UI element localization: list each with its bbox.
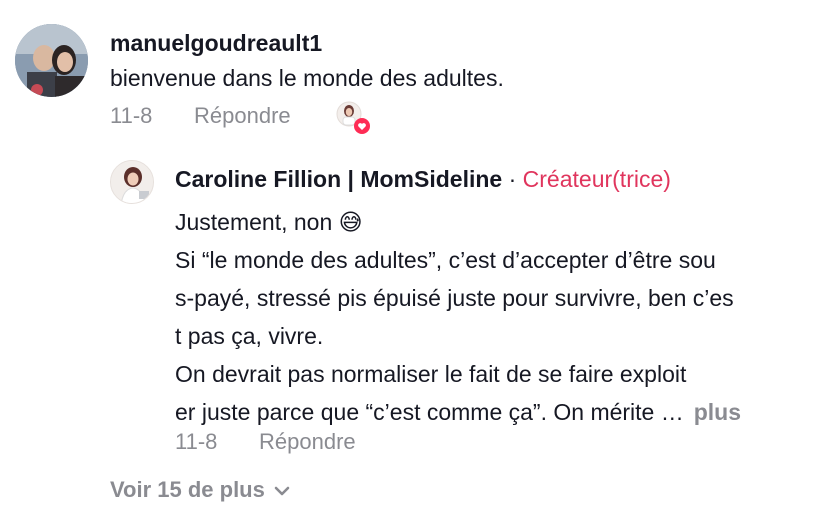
separator-dot: · (508, 166, 517, 192)
creator-badge: Créateur(trice) (522, 166, 671, 192)
reply-line: Si “le monde des adultes”, c’est d’accep… (175, 247, 716, 273)
reply-line: Justement, non 😅 (175, 209, 363, 235)
reply-button[interactable]: Répondre (194, 103, 291, 129)
reply-line: t pas ça, vivre. (175, 323, 324, 349)
commenter-username[interactable]: manuelgoudreault1 (110, 30, 322, 57)
reply-line: On devrait pas normaliser le fait de se … (175, 361, 687, 387)
reply-text: Justement, non 😅 Si “le monde des adulte… (175, 203, 815, 431)
reply-line-last: er juste parce que “c’est comme ça”. On … (175, 393, 815, 431)
chevron-down-icon (273, 477, 291, 503)
creator-avatar-heart-icon (336, 101, 370, 135)
reply-header: Caroline Fillion | MomSideline · Créateu… (175, 166, 671, 193)
reply-line: er juste parce que “c’est comme ça”. On … (175, 399, 684, 425)
reply-reply-button[interactable]: Répondre (259, 429, 356, 455)
reply-meta: 11-8 Répondre (175, 429, 356, 455)
comment-date: 11-8 (110, 103, 153, 128)
comment-meta: 11-8 Répondre (110, 103, 291, 129)
avatar-creator[interactable] (110, 160, 154, 204)
reply-line: s-payé, stressé pis épuisé juste pour su… (175, 285, 734, 311)
comment-text: bienvenue dans le monde des adultes. (110, 65, 504, 91)
view-more-replies-button[interactable]: Voir 15 de plus (110, 477, 291, 503)
reply-date: 11-8 (175, 429, 218, 454)
see-more-button[interactable]: plus (694, 399, 741, 425)
view-more-label: Voir 15 de plus (110, 477, 265, 502)
creator-name[interactable]: Caroline Fillion | MomSideline (175, 166, 502, 192)
avatar-commenter[interactable] (15, 24, 88, 97)
